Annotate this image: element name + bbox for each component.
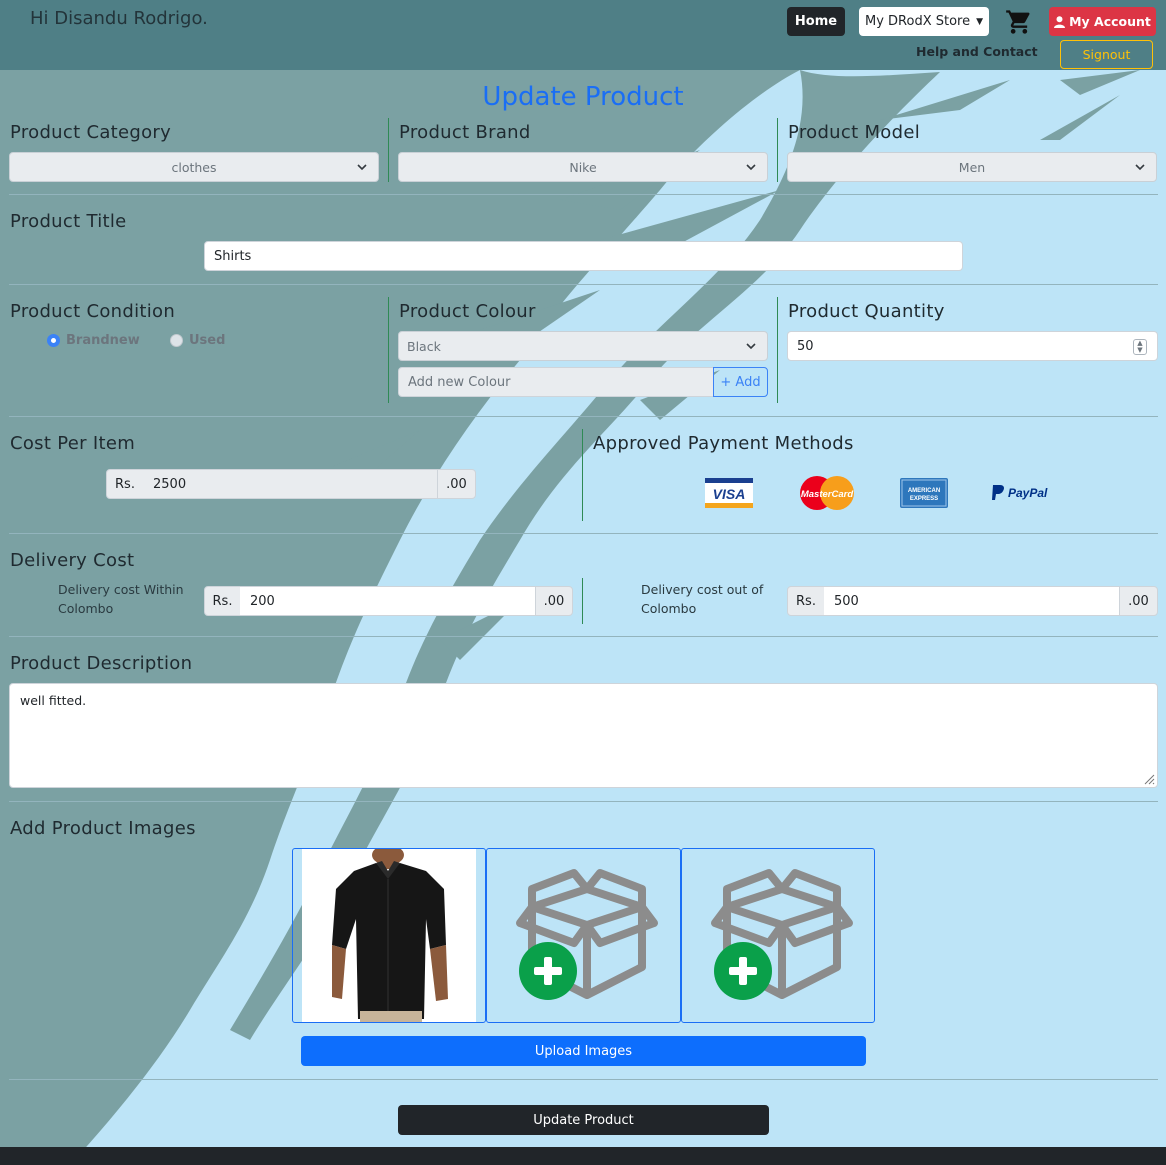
caret-down-icon: ▼ (976, 16, 984, 27)
delivery-outside-input[interactable]: 500 (824, 586, 1120, 616)
signout-button[interactable]: Signout (1060, 40, 1153, 69)
radio-used-label: Used (189, 333, 226, 348)
colour-label: Product Colour (399, 301, 536, 322)
section-divider (9, 284, 1158, 285)
help-contact-link[interactable]: Help and Contact (916, 44, 1038, 59)
payment-label: Approved Payment Methods (593, 433, 854, 454)
section-divider (9, 416, 1158, 417)
divider (582, 578, 583, 624)
section-divider (9, 1079, 1158, 1080)
chevron-down-icon (746, 164, 756, 171)
chevron-down-icon (1135, 164, 1145, 171)
radio-brandnew-label: Brandnew (66, 333, 140, 348)
amex-text: AMERICAN (908, 488, 940, 494)
delivery-within-prefix: Rs. (204, 586, 241, 616)
divider (388, 297, 389, 403)
delivery-outside-suffix: .00 (1119, 586, 1158, 616)
svg-text:EXPRESS: EXPRESS (910, 496, 938, 502)
radio-unselected-icon (170, 334, 183, 347)
paypal-icon: PayPal (992, 485, 1048, 500)
category-select[interactable]: clothes (9, 152, 379, 182)
my-account-button[interactable]: My Account (1049, 7, 1156, 36)
chevron-down-icon (746, 343, 756, 350)
description-label: Product Description (10, 653, 193, 674)
divider (388, 118, 389, 182)
radio-used[interactable]: Used (170, 333, 225, 348)
upload-images-button[interactable]: Upload Images (301, 1036, 866, 1066)
category-label: Product Category (10, 122, 172, 143)
add-colour-button[interactable]: + Add (713, 367, 768, 397)
divider (582, 429, 583, 521)
delivery-outside-prefix: Rs. (787, 586, 825, 616)
quantity-label: Product Quantity (788, 301, 945, 322)
section-divider (9, 533, 1158, 534)
radio-brandnew[interactable]: Brandnew (47, 333, 140, 348)
section-divider (9, 636, 1158, 637)
delivery-label: Delivery Cost (10, 550, 135, 571)
model-label: Product Model (788, 122, 921, 143)
brand-value: Nike (569, 159, 597, 175)
images-label: Add Product Images (10, 818, 196, 839)
amex-icon: AMERICAN EXPRESS (900, 478, 948, 508)
cost-input[interactable]: 2500 (143, 469, 438, 499)
new-colour-input[interactable]: Add new Colour (398, 367, 714, 397)
colour-select[interactable]: Black (398, 331, 768, 361)
update-product-button[interactable]: Update Product (398, 1105, 769, 1135)
add-image-box-icon (711, 869, 853, 1000)
condition-label: Product Condition (10, 301, 176, 322)
description-value: well fitted. (20, 693, 87, 708)
cost-label: Cost Per Item (10, 433, 136, 454)
greeting-text: Hi Disandu Rodrigo. (30, 8, 208, 29)
section-divider (9, 801, 1158, 802)
section-divider (9, 194, 1158, 195)
quantity-input[interactable]: 50 ▲ ▼ (787, 331, 1158, 361)
product-image (302, 849, 476, 1022)
model-select[interactable]: Men (787, 152, 1157, 182)
cost-prefix: Rs. (106, 469, 144, 499)
delivery-within-suffix: .00 (535, 586, 573, 616)
visa-text: VISA (713, 486, 746, 502)
store-label: My DRodX Store (864, 14, 971, 29)
footer-bar (0, 1147, 1166, 1165)
stepper-icon[interactable]: ▲ ▼ (1133, 339, 1147, 355)
store-dropdown-button[interactable]: My DRodX Store ▼ (859, 7, 989, 36)
title-label: Product Title (10, 211, 127, 232)
model-value: Men (958, 159, 986, 175)
mastercard-icon: MasterCard (800, 476, 854, 510)
brand-select[interactable]: Nike (398, 152, 768, 182)
my-account-label: My Account (1069, 14, 1151, 29)
category-value: clothes (171, 159, 217, 175)
title-input[interactable]: Shirts (204, 241, 963, 271)
top-navbar: Hi Disandu Rodrigo. Home My DRodX Store … (0, 0, 1166, 70)
divider (777, 297, 778, 403)
delivery-within-input[interactable]: 200 (240, 586, 536, 616)
cost-suffix: .00 (437, 469, 476, 499)
radio-selected-icon (47, 334, 60, 347)
user-icon (1054, 15, 1066, 28)
resize-grip-icon[interactable] (1143, 773, 1155, 785)
brand-label: Product Brand (399, 122, 531, 143)
mastercard-text: MasterCard (801, 489, 853, 500)
image-slot-2[interactable] (486, 848, 681, 1023)
chevron-down-icon (357, 164, 367, 171)
divider (777, 118, 778, 182)
cart-icon[interactable] (1005, 8, 1033, 36)
colour-value: Black (407, 338, 441, 354)
page-title: Update Product (482, 82, 684, 112)
delivery-outside-label: Delivery cost out of Colombo (641, 582, 764, 616)
image-slot-3[interactable] (681, 848, 875, 1023)
description-textarea[interactable]: well fitted. (9, 683, 1158, 788)
home-button[interactable]: Home (787, 7, 845, 36)
visa-icon: VISA (705, 478, 753, 508)
image-slot-1[interactable] (292, 848, 486, 1023)
add-image-box-icon (516, 869, 658, 1000)
paypal-text: PayPal (1008, 486, 1048, 500)
delivery-within-label: Delivery cost Within Colombo (58, 582, 184, 616)
quantity-value: 50 (797, 338, 814, 354)
